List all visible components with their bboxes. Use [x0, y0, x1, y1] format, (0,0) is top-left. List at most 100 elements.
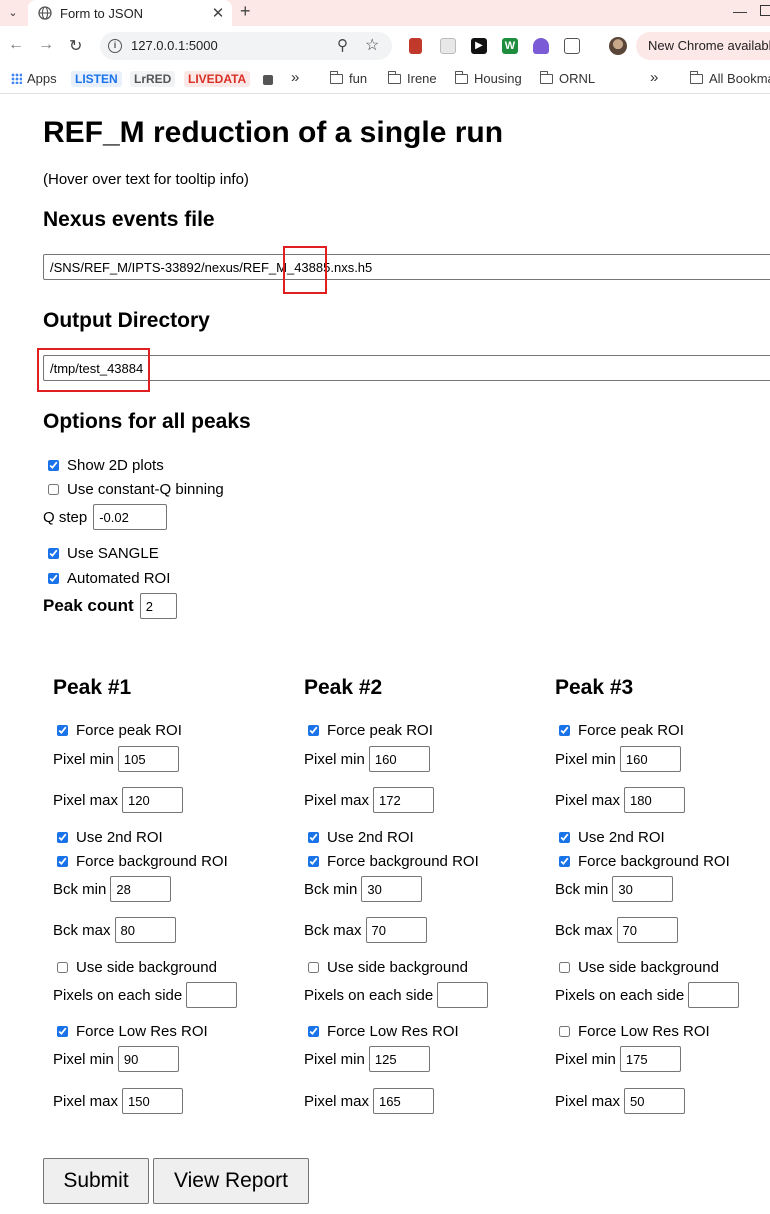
bookmarks-overflow[interactable]: » [291, 69, 299, 86]
force-peak-roi-option[interactable]: Force peak ROI [53, 722, 182, 739]
const-q-checkbox[interactable] [48, 484, 59, 495]
reload-icon[interactable]: ↻ [69, 36, 82, 56]
pixels-each-side-input[interactable] [437, 982, 489, 1008]
use-2nd-roi-checkbox[interactable] [57, 832, 68, 843]
pixel-min-input[interactable] [619, 746, 681, 772]
all-bookmarks[interactable]: All Bookmarks [689, 70, 770, 86]
address-bar[interactable]: i 127.0.0.1:5000 ⚲ ☆ [100, 32, 392, 60]
submit-button[interactable]: Submit [43, 1158, 149, 1204]
side-bck-option[interactable]: Use side background [304, 959, 468, 976]
browser-tab[interactable]: Form to JSON ✕ [28, 0, 232, 26]
sangle-option[interactable]: Use SANGLE [43, 545, 159, 562]
pixel-max-input[interactable] [122, 787, 184, 813]
bookmark-listen[interactable]: LISTEN [71, 71, 122, 87]
nexus-file-input[interactable] [43, 254, 770, 280]
pixel-min-input[interactable] [368, 746, 430, 772]
pixel-max-input[interactable] [624, 787, 686, 813]
forward-icon[interactable]: → [38, 36, 54, 54]
side-bck-option[interactable]: Use side background [555, 959, 719, 976]
low-res-max-input[interactable] [122, 1088, 184, 1114]
sangle-checkbox[interactable] [48, 548, 59, 559]
low-res-min-input[interactable] [619, 1046, 681, 1072]
low-res-max-input[interactable] [373, 1088, 435, 1114]
show-2d-option[interactable]: Show 2D plots [43, 457, 164, 474]
low-res-min-input[interactable] [117, 1046, 179, 1072]
close-tab-icon[interactable]: ✕ [210, 4, 226, 22]
maximize-icon[interactable] [760, 5, 770, 16]
force-bck-roi-checkbox[interactable] [57, 856, 68, 867]
zoom-icon[interactable]: ⚲ [337, 36, 348, 54]
force-low-res-option[interactable]: Force Low Res ROI [304, 1023, 459, 1040]
low-res-max-input[interactable] [624, 1088, 686, 1114]
bck-min-input[interactable] [361, 876, 423, 902]
low-res-max-row: Pixel max [304, 1088, 435, 1114]
side-bck-checkbox[interactable] [559, 962, 570, 973]
use-2nd-roi-checkbox[interactable] [308, 832, 319, 843]
side-bck-option[interactable]: Use side background [53, 959, 217, 976]
output-dir-input[interactable] [43, 355, 770, 381]
bookmark-fun[interactable]: fun [329, 70, 367, 86]
force-bck-roi-checkbox[interactable] [559, 856, 570, 867]
force-low-res-checkbox[interactable] [559, 1026, 570, 1037]
bookmark-irene[interactable]: Irene [387, 70, 437, 86]
view-report-button[interactable]: View Report [153, 1158, 309, 1204]
play-extension-icon[interactable]: ▶ [471, 38, 487, 54]
extensions-puzzle-icon[interactable] [564, 38, 580, 54]
force-bck-roi-option[interactable]: Force background ROI [555, 853, 730, 870]
force-peak-roi-checkbox[interactable] [559, 725, 570, 736]
force-low-res-checkbox[interactable] [57, 1026, 68, 1037]
bck-max-input[interactable] [365, 917, 427, 943]
bck-max-input[interactable] [616, 917, 678, 943]
peak-count-input[interactable] [139, 593, 177, 619]
side-bck-checkbox[interactable] [57, 962, 68, 973]
minimize-icon[interactable]: — [733, 3, 747, 19]
show-2d-checkbox[interactable] [48, 460, 59, 471]
force-low-res-option[interactable]: Force Low Res ROI [555, 1023, 710, 1040]
force-bck-roi-option[interactable]: Force background ROI [53, 853, 228, 870]
bookmark-apps[interactable]: Apps [11, 71, 57, 86]
force-peak-roi-option[interactable]: Force peak ROI [304, 722, 433, 739]
force-peak-roi-option[interactable]: Force peak ROI [555, 722, 684, 739]
use-2nd-roi-checkbox[interactable] [559, 832, 570, 843]
pixel-min-input[interactable] [117, 746, 179, 772]
chrome-update-button[interactable]: New Chrome available [636, 32, 770, 60]
bookmark-housing[interactable]: Housing [454, 70, 522, 86]
bookmark-star-icon[interactable]: ☆ [365, 35, 379, 55]
w-extension-icon[interactable]: W [502, 38, 518, 54]
force-bck-roi-option[interactable]: Force background ROI [304, 853, 479, 870]
use-2nd-roi-option[interactable]: Use 2nd ROI [555, 829, 665, 846]
bookmark-ornl[interactable]: ORNL [539, 70, 595, 86]
bookmarks-overflow-2[interactable]: » [650, 69, 658, 86]
pixels-each-side-input[interactable] [186, 982, 238, 1008]
auto-roi-checkbox[interactable] [48, 573, 59, 584]
pixels-each-side-input[interactable] [688, 982, 740, 1008]
new-tab-icon[interactable]: + [240, 1, 251, 22]
force-peak-roi-checkbox[interactable] [308, 725, 319, 736]
force-peak-roi-checkbox[interactable] [57, 725, 68, 736]
bookmark-livedata[interactable]: LIVEDATA [184, 71, 251, 87]
force-bck-roi-checkbox[interactable] [308, 856, 319, 867]
q-step-input[interactable] [93, 504, 168, 530]
bookmark-stop[interactable] [263, 75, 273, 85]
tab-search-icon[interactable]: ⌄ [3, 2, 23, 22]
folder-icon [454, 70, 468, 84]
use-2nd-roi-option[interactable]: Use 2nd ROI [53, 829, 163, 846]
bck-max-input[interactable] [114, 917, 176, 943]
auto-roi-option[interactable]: Automated ROI [43, 570, 170, 587]
force-low-res-option[interactable]: Force Low Res ROI [53, 1023, 208, 1040]
pixel-max-input[interactable] [373, 787, 435, 813]
book-extension-icon[interactable] [409, 38, 422, 54]
force-low-res-checkbox[interactable] [308, 1026, 319, 1037]
side-bck-checkbox[interactable] [308, 962, 319, 973]
docs-extension-icon[interactable] [440, 38, 456, 54]
bck-min-input[interactable] [110, 876, 172, 902]
use-2nd-roi-option[interactable]: Use 2nd ROI [304, 829, 414, 846]
const-q-option[interactable]: Use constant-Q binning [43, 481, 224, 498]
low-res-min-input[interactable] [368, 1046, 430, 1072]
site-info-icon[interactable]: i [108, 39, 122, 53]
profile-avatar[interactable] [609, 37, 627, 55]
bck-min-input[interactable] [612, 876, 674, 902]
back-icon[interactable]: ← [8, 36, 24, 54]
layers-extension-icon[interactable] [533, 38, 549, 54]
bookmark-lrred[interactable]: LrRED [130, 71, 176, 87]
